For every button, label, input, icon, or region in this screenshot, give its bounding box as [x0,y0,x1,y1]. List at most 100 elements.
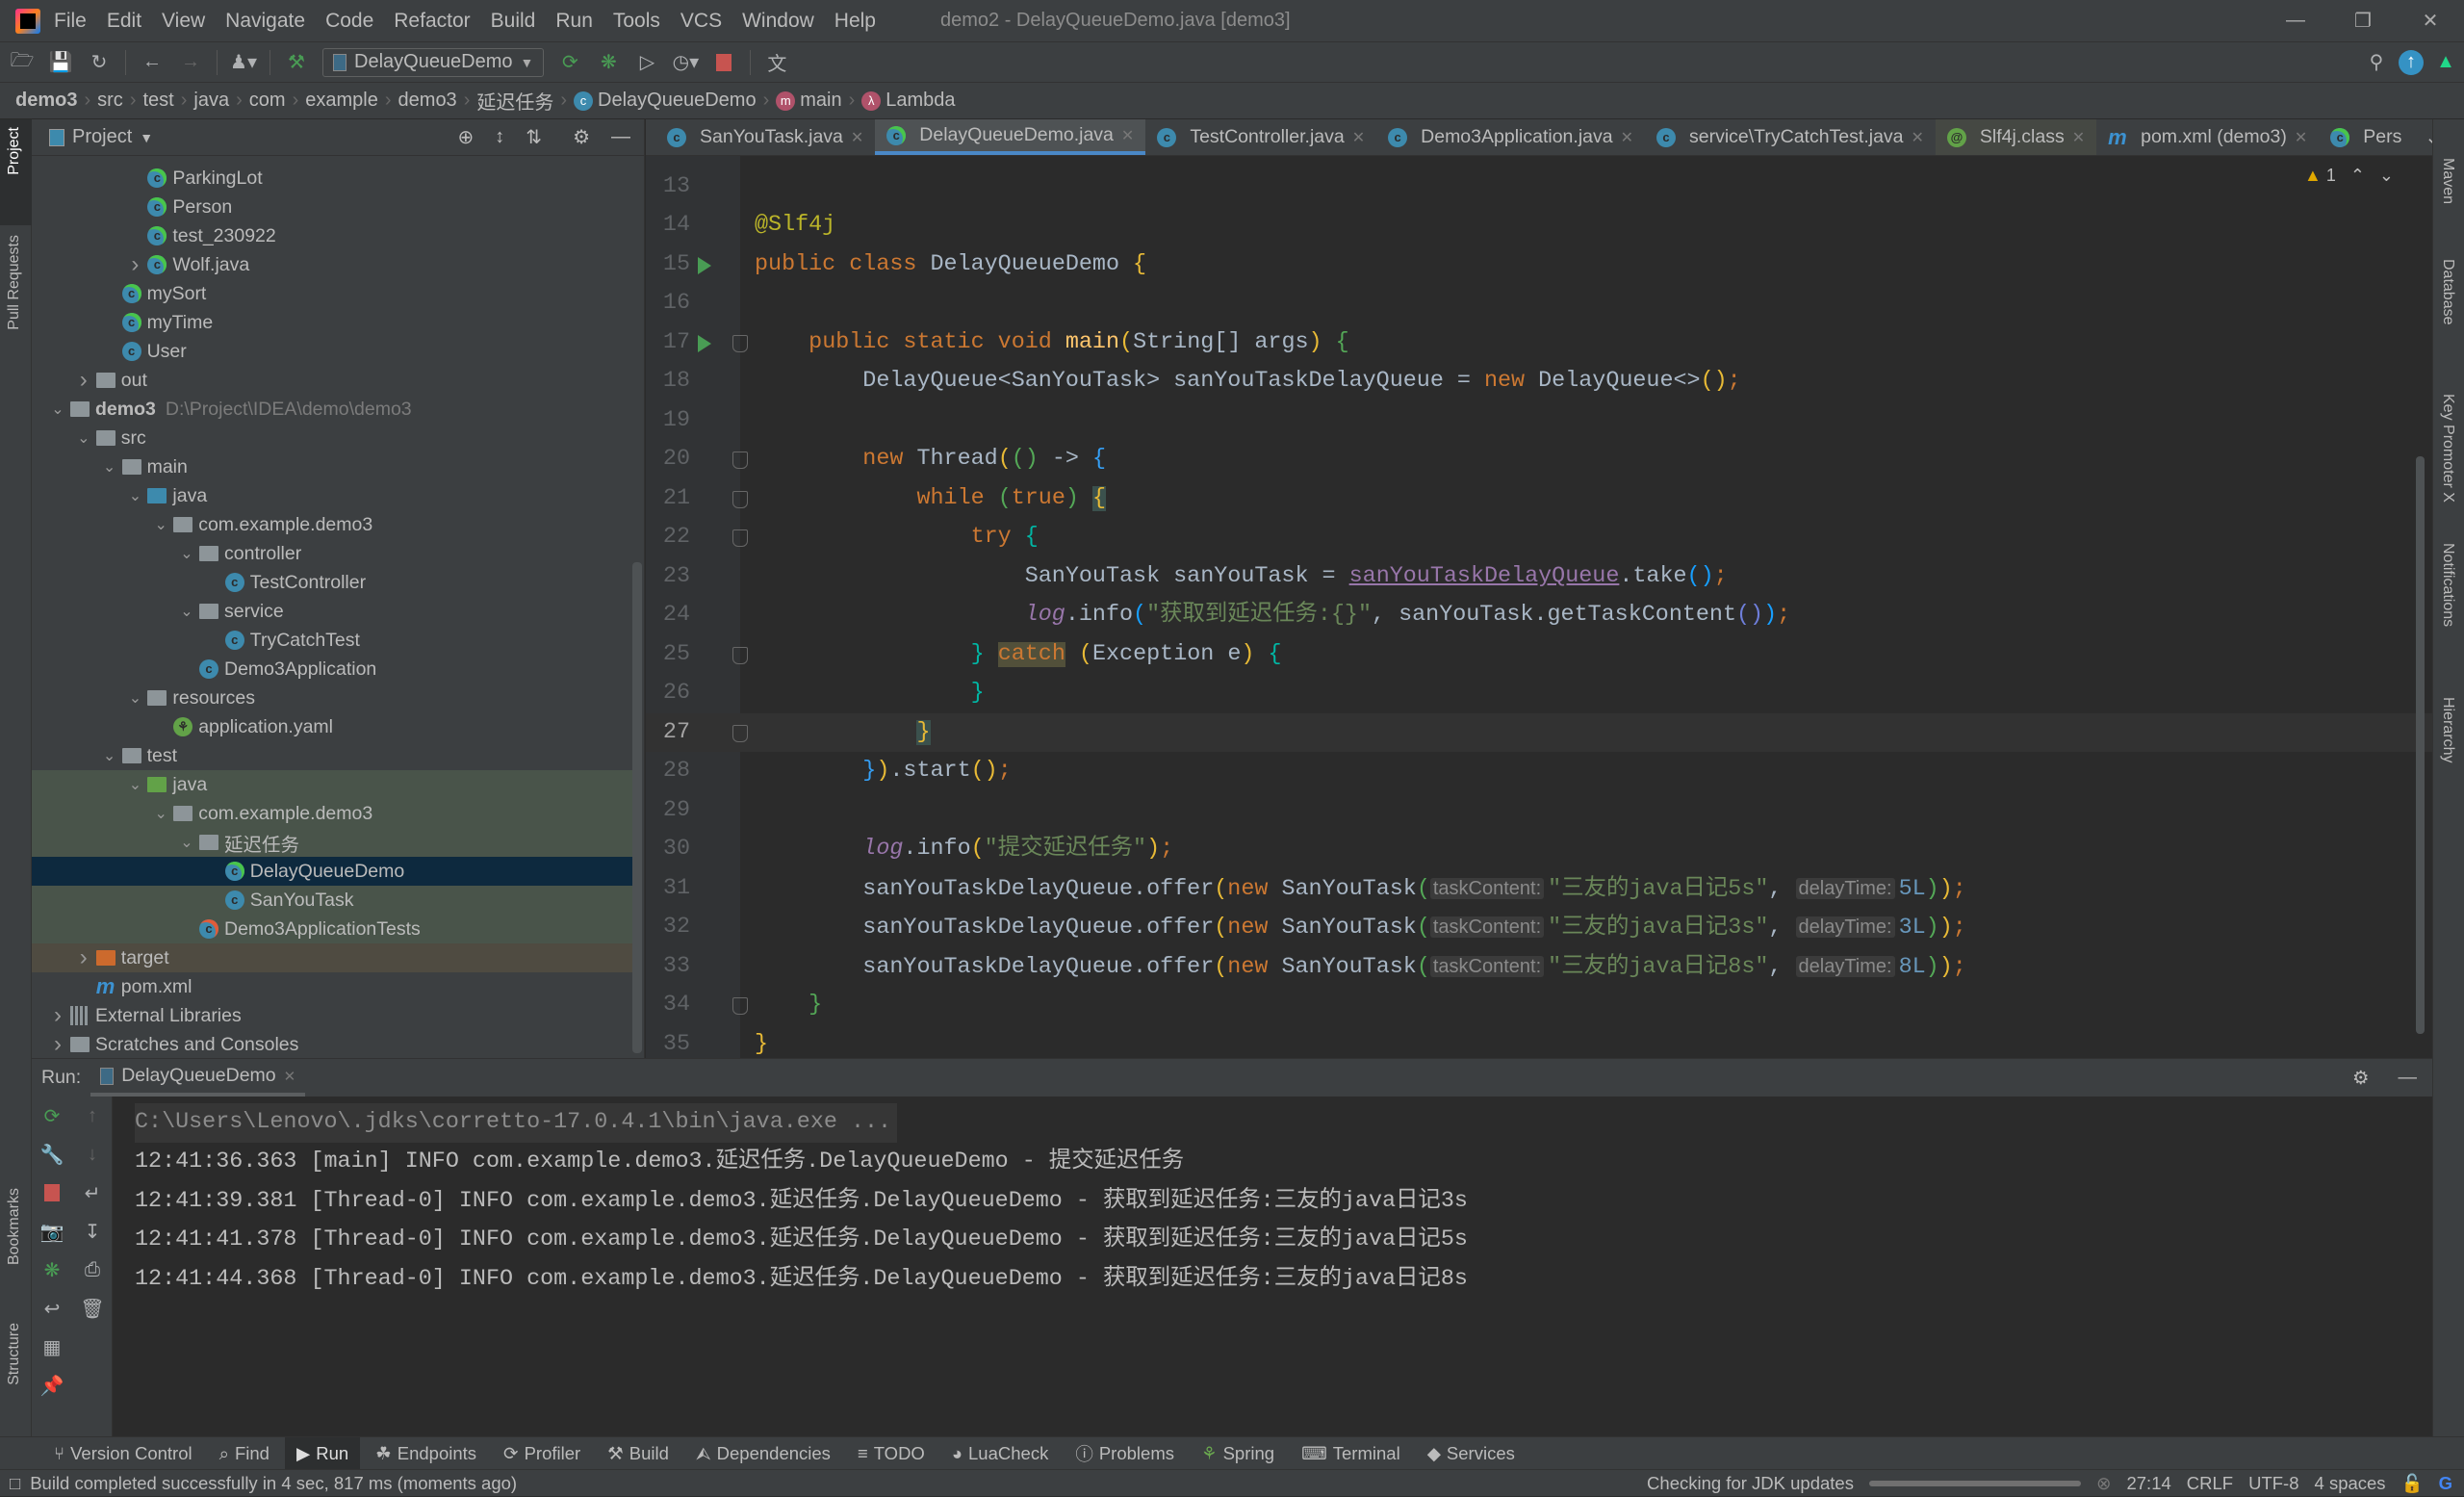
tree-item[interactable]: c mySort [32,279,638,308]
close-tab-icon[interactable]: ✕ [1121,126,1134,145]
gear-icon[interactable]: ⚙ [573,125,590,149]
close-tab-icon[interactable]: ✕ [1352,128,1365,147]
menu-navigate[interactable]: Navigate [225,10,305,33]
chevron-down-icon[interactable]: ⌄ [174,602,199,621]
tree-item[interactable]: c TryCatchTest [32,626,638,655]
up-arrow-icon[interactable]: ↑ [72,1097,113,1135]
fold-icon[interactable] [732,646,748,664]
debug-icon[interactable]: ❋ [32,1251,72,1289]
tree-item[interactable]: ⌄ com.example.demo3 [32,799,638,828]
status-toggle-icon[interactable]: □ [10,1473,20,1494]
code-line[interactable]: 23 SanYouTask sanYouTask = sanYouTaskDel… [646,557,2432,597]
code-line[interactable]: 25 } catch (Exception e) { [646,635,2432,675]
scroll-to-end-icon[interactable]: ↧ [72,1212,113,1251]
menu-file[interactable]: File [54,10,87,33]
code-line[interactable]: 14 @Slf4j [646,206,2432,245]
editor-tab[interactable]: c SanYouTask.java ✕ [655,119,875,155]
chevron-down-icon[interactable]: ⌄ [71,428,96,448]
chevron-right-icon[interactable]: › [45,1002,70,1029]
tool-window-terminal[interactable]: ⌨ Terminal [1290,1437,1412,1470]
run-gutter-icon[interactable] [698,334,711,352]
code-line[interactable]: 24 log.info("获取到延迟任务:{}", sanYouTask.get… [646,596,2432,635]
menu-help[interactable]: Help [834,10,876,33]
caret-position[interactable]: 27:14 [2126,1473,2170,1494]
tree-item[interactable]: ⌄ 延迟任务 [32,828,638,857]
close-tab-icon[interactable]: ✕ [2295,128,2307,147]
chevron-down-icon[interactable]: ⌄ [45,400,70,419]
tree-item[interactable]: ⌄ com.example.demo3 [32,510,638,539]
trash-icon[interactable]: 🗑 [72,1289,113,1328]
chevron-down-icon[interactable]: ⌄ [174,833,199,852]
fold-icon[interactable] [732,490,748,508]
pin-icon[interactable]: 📌 [32,1366,72,1405]
run-gutter-icon[interactable] [698,256,711,274]
toolbox-icon[interactable]: ▲ [2433,50,2458,75]
chevron-right-icon[interactable]: › [71,367,96,394]
code-line[interactable]: 20 new Thread(() -> { [646,440,2432,479]
menu-build[interactable]: Build [491,10,536,33]
tree-item[interactable]: › Scratches and Consoles [32,1030,638,1059]
menu-edit[interactable]: Edit [107,10,141,33]
code-line[interactable]: 34 } [646,986,2432,1025]
tool-window-problems[interactable]: ⓘ Problems [1064,1437,1186,1470]
status-message[interactable]: Build completed successfully in 4 sec, 8… [30,1473,517,1494]
tree-item[interactable]: ⌄ resources [32,684,638,712]
close-tab-icon[interactable]: ✕ [1621,128,1633,147]
expand-all-icon[interactable]: ↕ [495,126,504,148]
code-line[interactable]: 19 [646,401,2432,441]
tree-item[interactable]: ⌄ test [32,741,638,770]
hierarchy-tool-button[interactable]: Hierarchy [2439,697,2456,762]
line-ending[interactable]: CRLF [2187,1473,2233,1494]
breadcrumb-item[interactable]: demo3 [15,90,77,112]
console-output[interactable]: C:\Users\Lenovo\.jdks\corretto-17.0.4.1\… [135,1103,1468,1300]
tree-item[interactable]: c TestController [32,568,638,597]
run-configuration-select[interactable]: DelayQueueDemo ▼ [322,47,545,77]
chevron-down-icon[interactable]: ⌄ [122,775,147,794]
code-line[interactable]: 21 while (true) { [646,479,2432,519]
tool-window-version-control[interactable]: ⑂ Version Control [42,1437,204,1470]
translate-icon[interactable]: 文 [764,50,789,75]
chevron-right-icon[interactable]: › [71,944,96,971]
breadcrumb-item[interactable]: test [142,90,173,112]
close-tab-icon[interactable]: ✕ [1912,128,1924,147]
breadcrumb-item[interactable]: java [193,90,229,112]
tree-item[interactable]: ⌄ main [32,452,638,481]
tabs-overflow-icon[interactable]: ⌄ ⋮ [2413,119,2432,155]
fold-icon[interactable] [732,724,748,742]
database-tool-button[interactable]: Database [2439,259,2456,325]
code-line[interactable]: 17 public static void main(String[] args… [646,323,2432,363]
fold-icon[interactable] [732,997,748,1016]
tool-window-luacheck[interactable]: ◕ LuaCheck [940,1437,1061,1470]
tool-window-endpoints[interactable]: ☘ Endpoints [364,1437,488,1470]
menu-view[interactable]: View [162,10,205,33]
editor-tab[interactable]: c Demo3Application.java ✕ [1376,119,1645,155]
code-line[interactable]: 31 sanYouTaskDelayQueue.offer(new SanYou… [646,869,2432,909]
editor-tab[interactable]: c TestController.java ✕ [1145,119,1376,155]
fold-icon[interactable] [732,452,748,470]
breadcrumb-item[interactable]: src [97,90,123,112]
bookmarks-tool-button[interactable]: Bookmarks [6,1188,23,1265]
tool-window-services[interactable]: ◆ Services [1416,1437,1527,1470]
tool-window-profiler[interactable]: ⟳ Profiler [492,1437,592,1470]
editor-tab[interactable]: c service\TryCatchTest.java ✕ [1645,119,1936,155]
chevron-down-icon[interactable]: ⌄ [97,746,122,765]
chevron-down-icon[interactable]: ⌄ [148,804,173,823]
open-folder-icon[interactable]: 🗁 [10,50,35,75]
camera-icon[interactable]: 📷 [32,1212,72,1251]
chevron-down-icon[interactable]: ▼ [140,130,153,145]
back-icon[interactable]: ← [140,50,165,75]
maximize-button[interactable]: ❐ [2329,0,2397,41]
tree-item[interactable]: ⌄ java [32,481,638,510]
tool-window-dependencies[interactable]: ⮙ Dependencies [684,1437,842,1470]
project-scrollbar[interactable] [632,562,642,1053]
chevron-down-icon[interactable]: ⌄ [174,544,199,563]
code-line[interactable]: 28 }).start(); [646,752,2432,791]
close-tab-icon[interactable]: ✕ [2072,128,2085,147]
tree-item[interactable]: c SanYouTask [32,886,638,915]
menu-refactor[interactable]: Refactor [394,10,470,33]
code-line[interactable]: 13 [646,168,2432,207]
tree-item[interactable]: c DelayQueueDemo [32,857,638,886]
background-task-label[interactable]: Checking for JDK updates [1647,1473,1854,1494]
indent-setting[interactable]: 4 spaces [2315,1473,2386,1494]
menu-vcs[interactable]: VCS [680,10,722,33]
